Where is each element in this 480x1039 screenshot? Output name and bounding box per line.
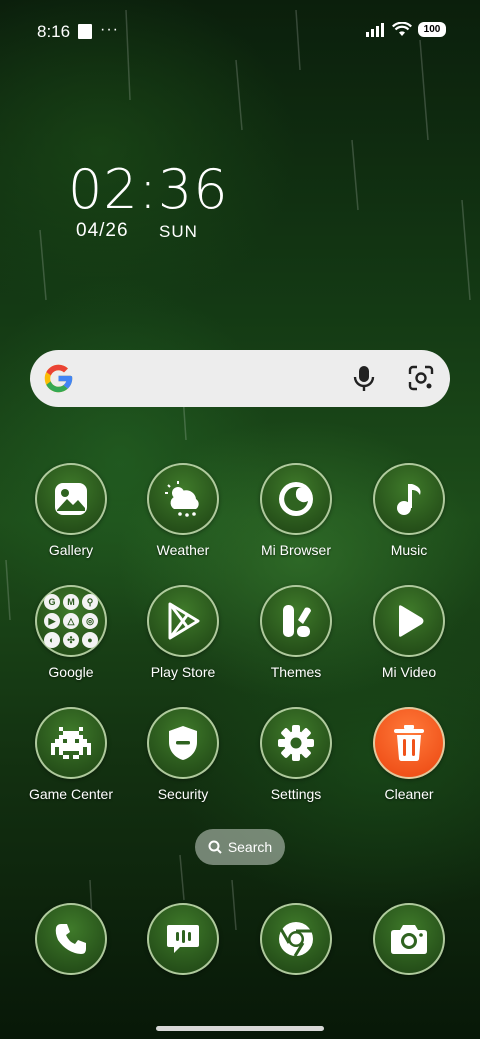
battery-icon: 100 [418, 22, 446, 37]
app-mi-browser[interactable]: Mi Browser [241, 463, 351, 558]
app-gallery[interactable]: Gallery [16, 463, 126, 558]
status-bar: 8:16 ··· 100 [0, 0, 480, 64]
status-time: 8:16 [37, 22, 71, 41]
app-mi-video[interactable]: Mi Video [354, 585, 464, 680]
folder-app-icon: ✣ [63, 632, 79, 648]
google-logo-icon [44, 364, 73, 393]
folder-app-icon: ⚲ [82, 594, 98, 610]
settings-icon [260, 707, 332, 779]
app-label: Mi Video [381, 664, 437, 680]
clock-date: 04/26 [76, 220, 129, 241]
dock-chrome[interactable] [241, 903, 351, 975]
camera-icon [373, 903, 445, 975]
app-label: Google [48, 664, 94, 680]
app-music[interactable]: Music [354, 463, 464, 558]
music-icon [373, 463, 445, 535]
play-store-icon [147, 585, 219, 657]
app-label: Mi Browser [260, 542, 331, 558]
folder-app-icon: △ [63, 613, 79, 629]
browser-icon [260, 463, 332, 535]
phone-icon [35, 903, 107, 975]
app-game-center[interactable]: Game Center [16, 707, 126, 802]
search-icon [208, 840, 222, 854]
app-label: Music [390, 542, 428, 558]
app-weather[interactable]: Weather [128, 463, 238, 558]
dock-messages[interactable] [128, 903, 238, 975]
clock-day: SUN [159, 222, 198, 241]
app-label: Cleaner [384, 786, 434, 802]
signal-icon [366, 22, 384, 37]
security-icon [147, 707, 219, 779]
dock-phone[interactable] [16, 903, 126, 975]
folder-app-icon: ◐ [44, 632, 60, 648]
app-label: Game Center [28, 786, 114, 802]
folder-app-icon: G [44, 594, 60, 610]
notification-icon [78, 24, 92, 39]
folder-app-icon: ◎ [82, 613, 98, 629]
cleaner-icon [373, 707, 445, 779]
app-label: Play Store [150, 664, 216, 680]
app-drawer-search-button[interactable]: Search [195, 829, 285, 865]
folder-app-icon: ● [82, 632, 98, 648]
app-label: Security [157, 786, 209, 802]
google-lens-icon[interactable] [408, 365, 434, 391]
google-search-bar[interactable] [30, 350, 450, 407]
themes-icon [260, 585, 332, 657]
voice-search-icon[interactable] [352, 365, 376, 393]
app-label: Themes [270, 664, 322, 680]
gallery-icon [35, 463, 107, 535]
video-icon [373, 585, 445, 657]
google-folder-icon: G M ⚲ ▶ △ ◎ ◐ ✣ ● [35, 585, 107, 657]
dock-camera[interactable] [354, 903, 464, 975]
app-play-store[interactable]: Play Store [128, 585, 238, 680]
more-notifications-icon: ··· [100, 21, 119, 38]
app-label: Weather [156, 542, 210, 558]
folder-app-icon: M [63, 594, 79, 610]
app-label: Settings [270, 786, 322, 802]
messages-icon [147, 903, 219, 975]
app-security[interactable]: Security [128, 707, 238, 802]
home-indicator[interactable] [156, 1026, 324, 1031]
game-center-icon [35, 707, 107, 779]
app-google-folder[interactable]: G M ⚲ ▶ △ ◎ ◐ ✣ ● Google [16, 585, 126, 680]
app-cleaner[interactable]: Cleaner [354, 707, 464, 802]
clock-time[interactable]: 02:36 [68, 158, 229, 221]
app-settings[interactable]: Settings [241, 707, 351, 802]
app-label: Gallery [48, 542, 94, 558]
weather-icon [147, 463, 219, 535]
folder-app-icon: ▶ [44, 613, 60, 629]
chrome-icon [260, 903, 332, 975]
app-themes[interactable]: Themes [241, 585, 351, 680]
wifi-icon [392, 22, 412, 36]
drawer-search-label: Search [227, 839, 273, 855]
